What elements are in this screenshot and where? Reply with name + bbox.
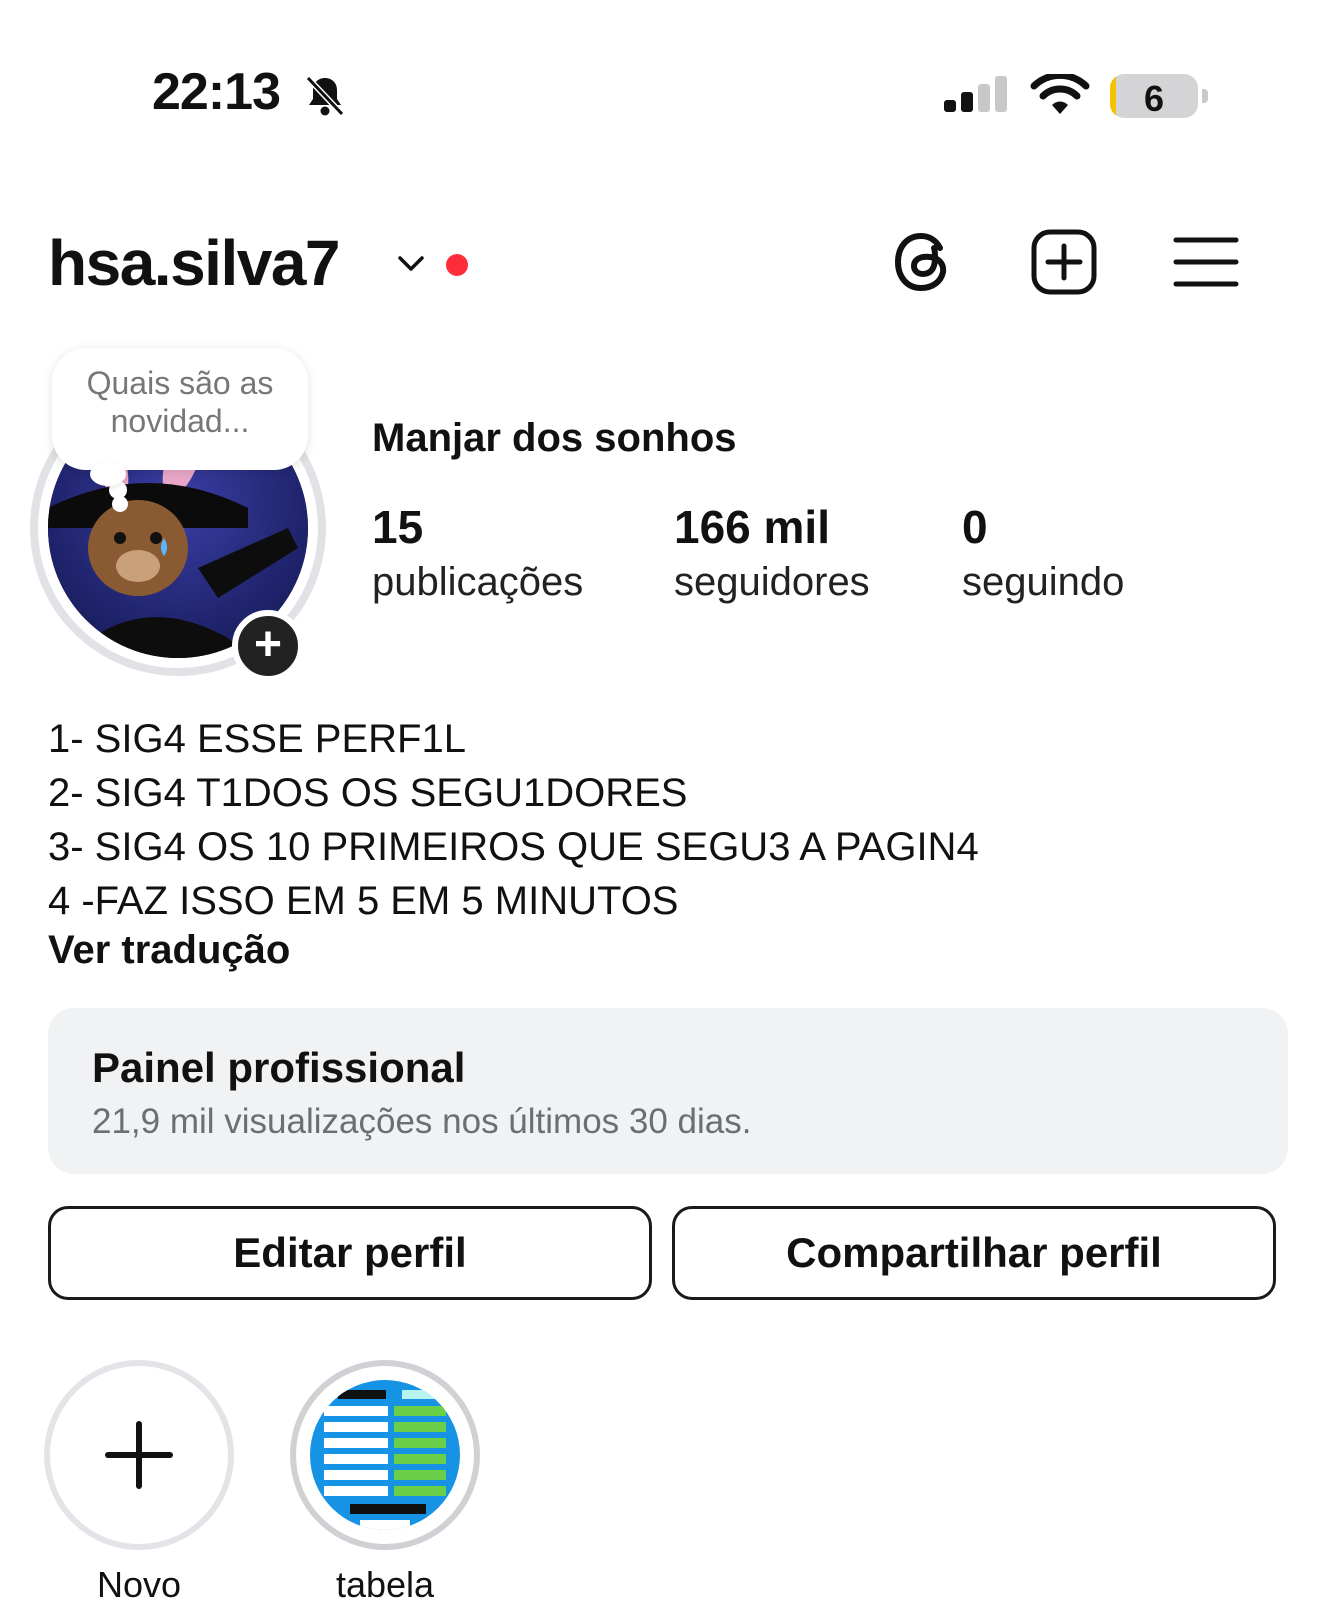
battery-icon: 6 xyxy=(1110,74,1210,120)
note-bubble-tail xyxy=(90,462,126,486)
chevron-down-icon[interactable] xyxy=(396,248,426,278)
display-name: Manjar dos sonhos xyxy=(372,416,737,460)
threads-icon[interactable] xyxy=(888,226,960,298)
stat-posts-value: 15 xyxy=(372,501,424,553)
menu-icon[interactable] xyxy=(1170,226,1242,298)
battery-level: 6 xyxy=(1143,78,1165,119)
bio-line: 3- SIG4 OS 10 PRIMEIROS QUE SEGU3 A PAGI… xyxy=(48,825,979,869)
stat-posts-label: publicações xyxy=(372,560,584,604)
bio-line: 1- SIG4 ESSE PERF1L xyxy=(48,717,466,761)
note-bubble-tail-dot xyxy=(112,496,128,512)
note-bubble[interactable]: Quais são as novidad... xyxy=(52,348,308,470)
account-switcher-username[interactable]: hsa.silva7 xyxy=(48,226,341,300)
stat-following-value: 0 xyxy=(962,501,988,553)
highlight-tabela-label: tabela xyxy=(335,1564,435,1605)
stat-followers-label: seguidores xyxy=(674,560,870,604)
highlight-tabela-thumbnail xyxy=(310,1380,460,1530)
notification-dot xyxy=(446,254,468,276)
plus-icon xyxy=(105,1421,173,1489)
highlight-new-ring xyxy=(44,1360,234,1550)
see-translation-link[interactable]: Ver tradução xyxy=(48,928,290,973)
bio: 1- SIG4 ESSE PERF1L 2- SIG4 T1DOS OS SEG… xyxy=(48,712,979,928)
dashboard-title: Painel profissional xyxy=(92,1044,466,1091)
bio-line: 4 -FAZ ISSO EM 5 EM 5 MINUTOS xyxy=(48,879,679,923)
bio-line: 2- SIG4 T1DOS OS SEGU1DORES xyxy=(48,771,688,815)
stat-posts[interactable]: 15 publicações xyxy=(372,500,583,605)
highlight-new-label: Novo xyxy=(96,1564,182,1605)
highlight-tabela-ring xyxy=(290,1360,480,1550)
stat-following-label: seguindo xyxy=(962,560,1125,604)
stat-followers-value: 166 mil xyxy=(674,501,830,553)
status-time: 22:13 xyxy=(152,63,281,121)
cellular-signal-icon xyxy=(944,76,1007,112)
stat-followers[interactable]: 166 mil seguidores xyxy=(674,500,870,605)
dashboard-subtitle: 21,9 mil visualizações nos últimos 30 di… xyxy=(92,1102,752,1141)
highlight-tabela[interactable]: tabela xyxy=(290,1360,480,1606)
stat-following[interactable]: 0 seguindo xyxy=(962,500,1124,605)
share-profile-button[interactable]: Compartilhar perfil xyxy=(672,1206,1276,1300)
wifi-icon xyxy=(1030,74,1090,114)
add-story-button[interactable]: + xyxy=(232,610,304,682)
professional-dashboard[interactable]: Painel profissional 21,9 mil visualizaçõ… xyxy=(48,1008,1288,1174)
highlight-new[interactable]: Novo xyxy=(44,1360,234,1606)
create-post-icon[interactable] xyxy=(1028,226,1100,298)
bell-slash-icon xyxy=(305,75,345,117)
edit-profile-button[interactable]: Editar perfil xyxy=(48,1206,652,1300)
